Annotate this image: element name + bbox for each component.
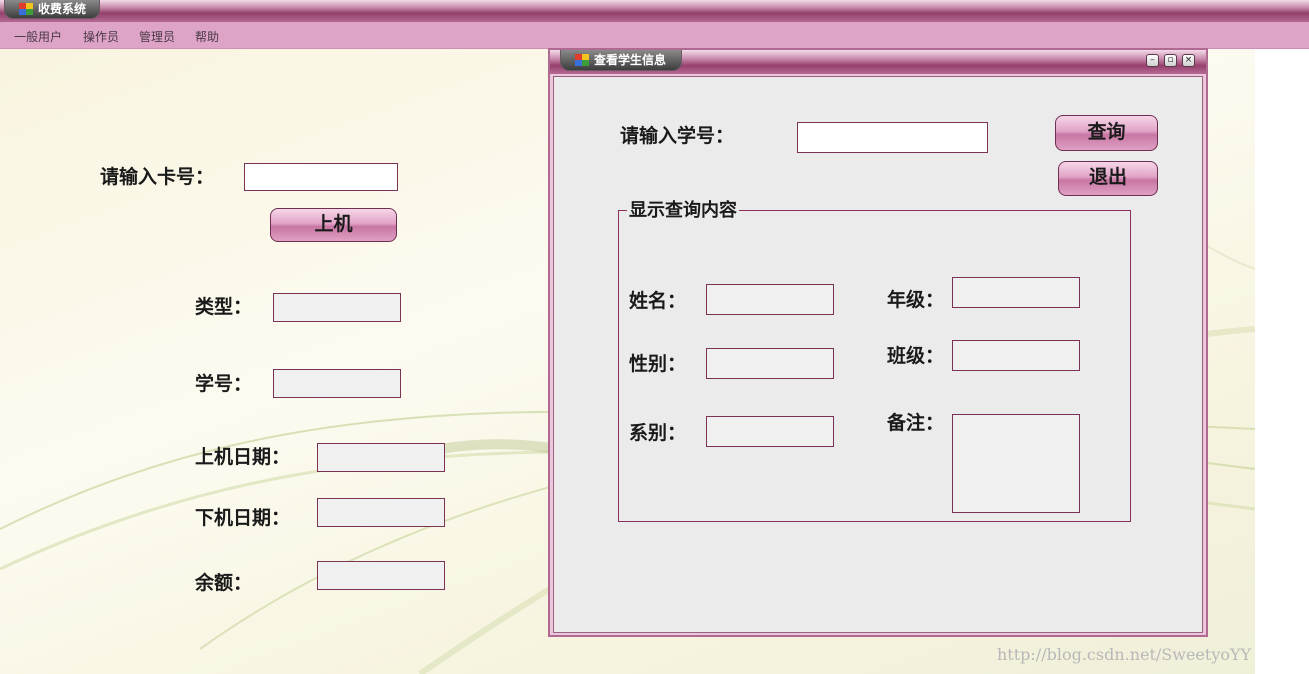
card-number-input[interactable] [244, 163, 398, 191]
student-info-dialog: 查看学生信息 – ▫ × 请输入学号： 查询 退出 显示查询内容 姓名： 性别：… [548, 48, 1208, 637]
grade-field[interactable] [952, 277, 1080, 308]
menu-item-operator[interactable]: 操作员 [83, 28, 119, 45]
menu-item-general-user[interactable]: 一般用户 [14, 28, 62, 45]
dialog-title-tab: 查看学生信息 [560, 50, 682, 71]
logout-date-field[interactable] [317, 498, 445, 527]
card-number-label: 请输入卡号： [100, 166, 215, 188]
dialog-title-bar[interactable]: 查看学生信息 – ▫ × [550, 50, 1206, 74]
watermark-text: http://blog.csdn.net/SweetyoYY [997, 645, 1252, 664]
query-result-group: 显示查询内容 姓名： 性别： 系别： 年级： 班级： 备注： [618, 201, 1131, 522]
logout-date-label: 下机日期： [195, 507, 291, 529]
department-field[interactable] [706, 416, 834, 447]
app-icon [19, 3, 33, 15]
name-label: 姓名： [629, 290, 687, 312]
type-field[interactable] [273, 293, 401, 322]
login-date-field[interactable] [317, 443, 445, 472]
menu-item-admin[interactable]: 管理员 [139, 28, 175, 45]
exit-button[interactable]: 退出 [1058, 161, 1158, 196]
close-icon[interactable]: × [1182, 54, 1195, 67]
minimize-icon[interactable]: – [1146, 54, 1159, 67]
class-label: 班级： [887, 345, 945, 367]
gender-label: 性别： [629, 353, 687, 375]
main-title-bar: 收费系统 [0, 0, 1309, 22]
main-title-tab: 收费系统 [4, 0, 100, 19]
student-id-label: 学号： [195, 373, 253, 395]
dialog-student-id-label: 请输入学号： [620, 125, 735, 147]
dialog-body: 请输入学号： 查询 退出 显示查询内容 姓名： 性别： 系别： 年级： 班级： … [553, 76, 1203, 633]
dialog-title: 查看学生信息 [594, 53, 667, 67]
query-button[interactable]: 查询 [1055, 115, 1158, 151]
department-label: 系别： [629, 422, 687, 444]
remark-label: 备注： [887, 412, 945, 434]
balance-field[interactable] [317, 561, 445, 590]
menu-item-help[interactable]: 帮助 [195, 28, 219, 45]
name-field[interactable] [706, 284, 834, 315]
type-label: 类型： [195, 296, 253, 318]
right-blank-strip [1255, 49, 1309, 674]
class-field[interactable] [952, 340, 1080, 371]
gender-field[interactable] [706, 348, 834, 379]
menu-bar: 一般用户 操作员 管理员 帮助 [0, 22, 1309, 49]
balance-label: 余额： [195, 572, 253, 594]
login-date-label: 上机日期： [195, 446, 291, 468]
group-title: 显示查询内容 [627, 200, 739, 221]
app-title: 收费系统 [38, 2, 87, 16]
student-id-field[interactable] [273, 369, 401, 398]
dialog-student-id-input[interactable] [797, 122, 988, 153]
restore-icon[interactable]: ▫ [1164, 54, 1177, 67]
login-button[interactable]: 上机 [270, 208, 397, 242]
remark-textarea[interactable] [952, 414, 1080, 513]
dialog-app-icon [575, 54, 589, 66]
grade-label: 年级： [887, 289, 945, 311]
